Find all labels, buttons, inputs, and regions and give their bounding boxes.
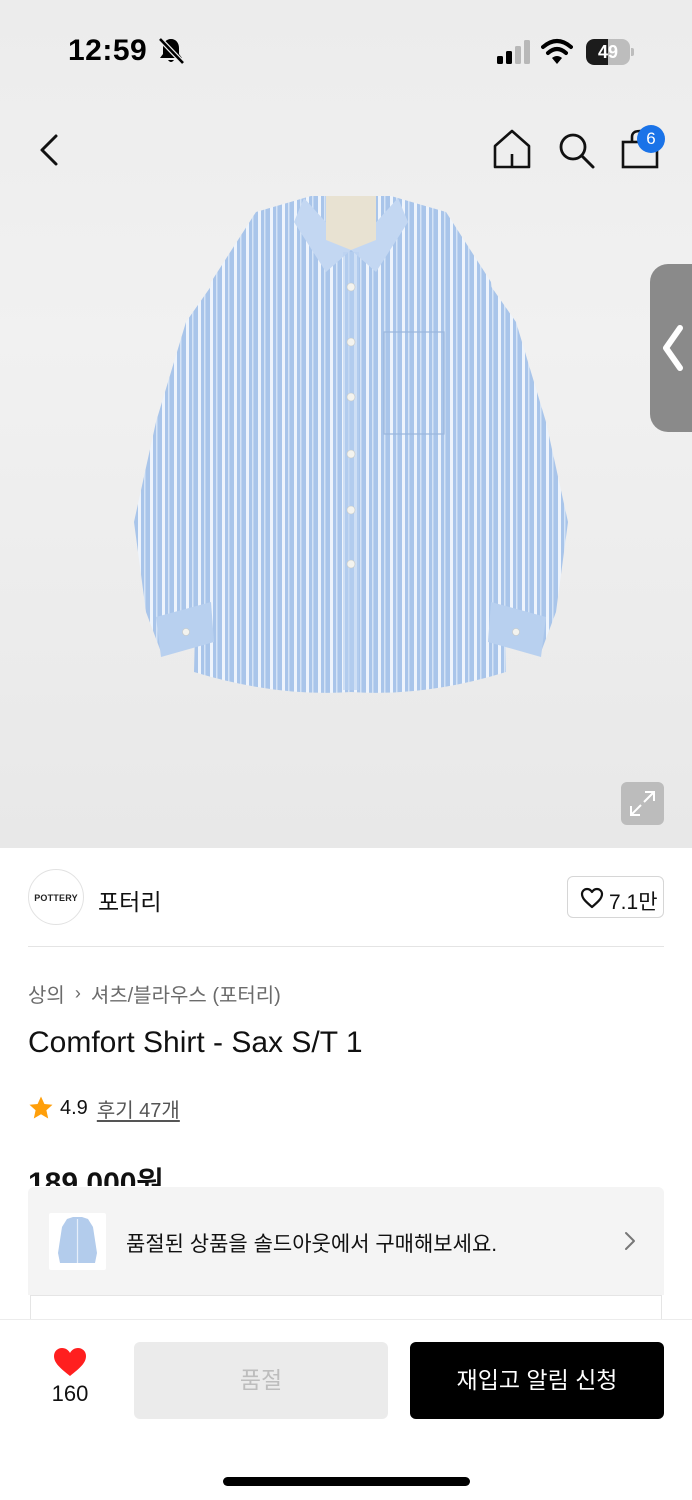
brand-row: POTTERY 포터리 7.1만 (0, 848, 692, 948)
breadcrumb-item[interactable]: 셔츠/블라우스 (포터리) (91, 979, 281, 1008)
wish-count: 160 (51, 1381, 89, 1406)
breadcrumb-item[interactable]: 상의 (28, 979, 65, 1008)
battery-level: 49 (597, 42, 619, 62)
star-icon (29, 1096, 53, 1119)
brand-like-button[interactable]: 7.1만 (567, 876, 664, 918)
soldout-button[interactable]: 품절 (134, 1342, 388, 1419)
chevron-right-icon: › (74, 983, 81, 1003)
breadcrumb: 상의 › 셔츠/블라우스 (포터리) (28, 979, 281, 1008)
review-link[interactable]: 후기 47개 (97, 1094, 180, 1123)
soldout-banner[interactable]: 품절된 상품을 솔드아웃에서 구매해보세요. (28, 1187, 664, 1295)
chevron-left-icon (663, 325, 683, 371)
product-image-area[interactable]: 12:59 49 6 (0, 0, 692, 848)
heart-filled-icon (54, 1348, 86, 1376)
rating-row: 4.9 후기 47개 (28, 1094, 180, 1122)
cellular-signal-icon (497, 40, 530, 64)
status-bar: 12:59 49 (0, 0, 692, 100)
option-panel-edge (30, 1295, 662, 1319)
battery-icon: 49 (586, 39, 634, 65)
home-icon[interactable] (492, 128, 532, 170)
striped-shirt-image (134, 196, 568, 693)
product-price: 189,000원 (28, 1167, 165, 1186)
back-icon[interactable] (30, 130, 70, 170)
chevron-right-icon (625, 1232, 635, 1250)
restock-alert-button[interactable]: 재입고 알림 신청 (410, 1342, 664, 1419)
side-panel-handle[interactable] (650, 264, 692, 432)
bottom-action-bar: 160 품절 재입고 알림 신청 (0, 1319, 692, 1500)
brand-logo[interactable]: POTTERY (28, 869, 84, 925)
product-title: Comfort Shirt - Sax S/T 1 (28, 1026, 363, 1059)
cart-count-badge: 6 (637, 125, 665, 153)
search-icon[interactable] (556, 130, 596, 170)
wish-button[interactable]: 160 (40, 1346, 100, 1416)
rating-value: 4.9 (60, 1096, 88, 1119)
brand-like-count: 7.1만 (609, 891, 658, 914)
home-indicator[interactable] (223, 1477, 470, 1486)
brand-name[interactable]: 포터리 (98, 883, 161, 917)
divider (28, 946, 664, 947)
expand-image-button[interactable] (621, 782, 664, 825)
heart-outline-icon (580, 887, 604, 909)
wifi-icon (541, 39, 573, 64)
bell-off-icon (158, 37, 185, 65)
expand-icon (630, 791, 655, 816)
status-time: 12:59 (68, 34, 148, 67)
soldout-banner-text: 품절된 상품을 솔드아웃에서 구매해보세요. (126, 1233, 498, 1256)
shirt-thumbnail (49, 1213, 106, 1270)
